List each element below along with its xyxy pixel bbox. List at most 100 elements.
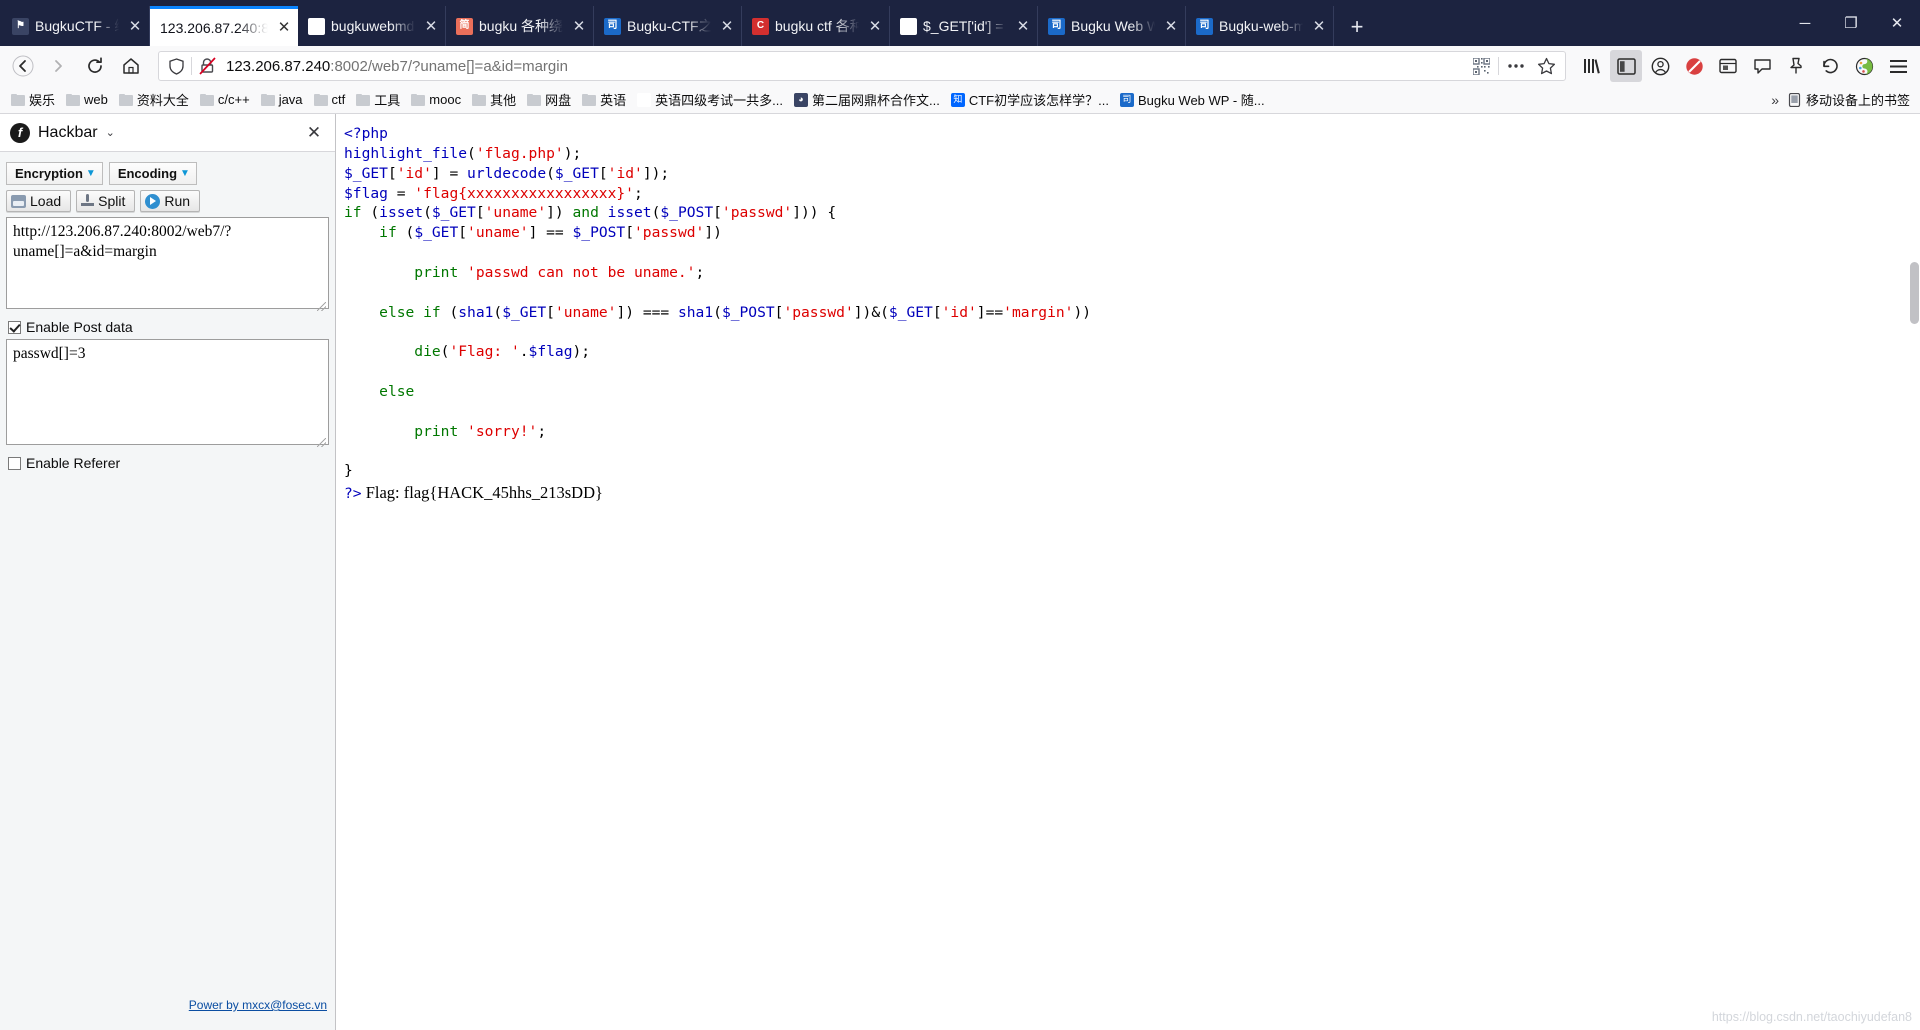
- split-button[interactable]: Split: [76, 190, 136, 212]
- browser-tab[interactable]: 123.206.87.240:8002 ✕: [150, 6, 298, 46]
- back-button[interactable]: [6, 50, 40, 82]
- code-token: 'passwd': [634, 224, 705, 242]
- browser-tab[interactable]: ⚑ BugkuCTF - 练习 ✕: [2, 6, 150, 46]
- account-icon[interactable]: [1644, 50, 1676, 82]
- flag-text: Flag: flag{HACK_45hhs_213sDD}: [365, 483, 603, 503]
- chevron-down-icon[interactable]: ⌄: [106, 126, 115, 139]
- bookmark-item[interactable]: mooc: [406, 90, 466, 109]
- browser-tab[interactable]: 司 Bugku Web WP ✕: [1038, 6, 1186, 46]
- bookmark-item[interactable]: 其他: [467, 88, 521, 111]
- browser-actions: [1576, 50, 1914, 82]
- bookmark-item[interactable]: c/c++: [195, 90, 255, 109]
- bookmark-item[interactable]: ctf: [309, 90, 351, 109]
- pin-icon[interactable]: [1780, 50, 1812, 82]
- new-tab-button[interactable]: +: [1338, 8, 1376, 46]
- close-sidebar-button[interactable]: ✕: [303, 122, 325, 144]
- php-source-code: <?php highlight_file('flag.php'); $_GET['i…: [344, 124, 1920, 481]
- hamburger-menu-icon[interactable]: [1882, 50, 1914, 82]
- code-token: ]): [704, 224, 722, 242]
- bookmark-item[interactable]: 熊英语四级考试一共多...: [632, 88, 788, 111]
- chat-icon[interactable]: [1746, 50, 1778, 82]
- bookmark-item[interactable]: web: [61, 90, 113, 109]
- star-icon[interactable]: [1533, 57, 1559, 76]
- urlbar-divider-2: [1498, 57, 1499, 75]
- code-token: ]);: [642, 164, 670, 182]
- encryption-dropdown[interactable]: Encryption ▼: [6, 162, 103, 185]
- tab-title: bugkuwebmd5: [331, 18, 417, 34]
- close-tab-button[interactable]: ✕: [1311, 18, 1327, 34]
- close-tab-button[interactable]: ✕: [867, 18, 883, 34]
- bookmark-item[interactable]: 司 Bugku Web WP - 随...: [1115, 88, 1270, 111]
- resize-grip[interactable]: [317, 302, 326, 311]
- sidebar-toggle-icon[interactable]: [1610, 50, 1642, 82]
- close-window-button[interactable]: ✕: [1874, 0, 1920, 46]
- run-button[interactable]: Run: [140, 190, 201, 212]
- reload-button[interactable]: [78, 50, 112, 82]
- close-tab-button[interactable]: ✕: [571, 18, 587, 34]
- code-token: 'passwd': [721, 204, 793, 222]
- bookmark-label: ctf: [331, 92, 346, 107]
- code-token: [: [475, 204, 485, 222]
- browser-tab[interactable]: 熊 bugkuwebmd5 ✕: [298, 6, 446, 46]
- close-tab-button[interactable]: ✕: [127, 18, 143, 34]
- vertical-scrollbar-thumb[interactable]: [1910, 262, 1919, 324]
- tracker-block-icon[interactable]: [1678, 50, 1710, 82]
- bookmark-item[interactable]: 英语: [577, 88, 631, 111]
- forward-button[interactable]: [42, 50, 76, 82]
- page-actions-icon[interactable]: [1503, 63, 1529, 69]
- code-token: (: [396, 224, 415, 242]
- close-tab-button[interactable]: ✕: [1163, 18, 1179, 34]
- bookmark-item[interactable]: 娱乐: [6, 88, 60, 111]
- enable-post-data-checkbox[interactable]: [8, 320, 21, 334]
- encoding-dropdown[interactable]: Encoding ▼: [108, 162, 197, 185]
- maximize-button[interactable]: ❐: [1828, 0, 1874, 46]
- browser-tab[interactable]: Cbugku ctf 各种绕 ✕: [742, 6, 890, 46]
- code-token: else: [379, 382, 415, 400]
- minimize-button[interactable]: ─: [1782, 0, 1828, 46]
- browser-tab[interactable]: 简 bugku 各种绕过 ✕: [446, 6, 594, 46]
- bookmark-item[interactable]: 网盘: [522, 88, 576, 111]
- post-data-input[interactable]: [6, 339, 329, 445]
- enable-post-data-row[interactable]: Enable Post data: [2, 314, 333, 339]
- palette-icon[interactable]: [1848, 50, 1880, 82]
- browser-tab[interactable]: 司 Bugku-web-md5 ✕: [1186, 6, 1334, 46]
- bookmark-label: 第二届网鼎杯合作文...: [811, 93, 940, 108]
- bookmark-item[interactable]: 资料大全: [114, 88, 194, 111]
- load-button[interactable]: Load: [6, 190, 72, 212]
- code-token: $_GET: [344, 164, 388, 182]
- browser-tab[interactable]: 熊 $_GET['id'] = url ✕: [890, 6, 1038, 46]
- close-tab-button[interactable]: ✕: [276, 20, 292, 36]
- undo-icon[interactable]: [1814, 50, 1846, 82]
- shield-icon[interactable]: [165, 57, 187, 75]
- code-token: 'uname': [484, 204, 547, 222]
- code-token: [: [625, 224, 635, 242]
- enable-referer-checkbox[interactable]: [8, 456, 21, 470]
- bookmarks-overflow-button[interactable]: »: [1763, 92, 1787, 108]
- url-text[interactable]: 123.206.87.240:8002/web7/?uname[]=a&id=m…: [222, 58, 1464, 75]
- resize-grip-2[interactable]: [317, 438, 326, 447]
- close-tab-button[interactable]: ✕: [719, 18, 735, 34]
- hackbar-dropdown-row: Encryption ▼ Encoding ▼: [2, 158, 333, 185]
- mobile-bookmarks-item[interactable]: 移动设备上的书签: [1788, 90, 1914, 109]
- home-button[interactable]: [114, 50, 148, 82]
- save-tab-icon[interactable]: [1712, 50, 1744, 82]
- browser-tab[interactable]: 司 Bugku-CTF之各种 ✕: [594, 6, 742, 46]
- hackbar-header: f Hackbar ⌄ ✕: [0, 114, 335, 152]
- library-icon[interactable]: [1576, 50, 1608, 82]
- close-tab-button[interactable]: ✕: [1015, 18, 1031, 34]
- url-input[interactable]: [6, 217, 329, 309]
- bookmark-item[interactable]: 知 CTF初学应该怎样学？...: [946, 88, 1114, 111]
- bookmark-item[interactable]: java: [256, 90, 308, 109]
- enable-referer-row[interactable]: Enable Referer: [2, 450, 333, 475]
- lock-crossed-icon[interactable]: [196, 57, 218, 75]
- bookmark-item[interactable]: ◕ 第二届网鼎杯合作文...: [789, 88, 945, 111]
- address-bar[interactable]: 123.206.87.240:8002/web7/?uname[]=a&id=m…: [158, 51, 1566, 81]
- code-token: isset: [607, 204, 652, 222]
- code-token: 'id': [607, 164, 643, 182]
- bookmark-item[interactable]: 工具: [351, 88, 405, 111]
- hackbar-footer-link[interactable]: Power by mxcx@fosec.vn: [189, 998, 327, 1012]
- qr-code-icon[interactable]: [1468, 57, 1494, 75]
- close-tab-button[interactable]: ✕: [423, 18, 439, 34]
- hackbar-sidebar: f Hackbar ⌄ ✕ Encryption ▼ Encoding ▼ Lo…: [0, 114, 336, 1030]
